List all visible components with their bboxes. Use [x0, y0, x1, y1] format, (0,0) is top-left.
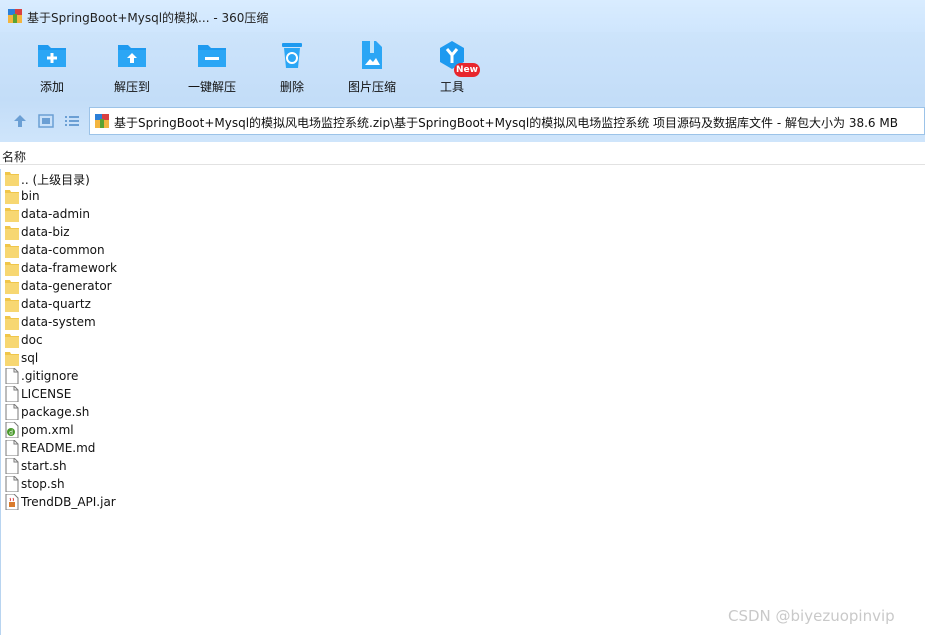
folder-icon: [5, 242, 19, 258]
item-name: .. (上级目录): [21, 173, 90, 187]
image-compress-icon: [362, 41, 382, 69]
list-item[interactable]: .gitignore: [1, 367, 401, 385]
column-header-label: 名称: [2, 150, 27, 164]
item-name: pom.xml: [21, 423, 74, 437]
list-item[interactable]: data-system: [1, 313, 401, 331]
list-item[interactable]: data-quartz: [1, 295, 401, 313]
column-header-name[interactable]: 名称: [0, 145, 925, 165]
list-item[interactable]: start.sh: [1, 457, 401, 475]
item-name: data-quartz: [21, 297, 91, 311]
item-name: bin: [21, 189, 40, 203]
item-name: data-common: [21, 243, 105, 257]
one-click-extract-button[interactable]: 一键解压: [172, 32, 252, 100]
item-name: data-biz: [21, 225, 70, 239]
up-arrow-icon[interactable]: [12, 114, 28, 128]
folder-icon: [5, 260, 19, 276]
new-badge: New: [454, 63, 480, 77]
folder-icon: [5, 170, 19, 186]
tools-button[interactable]: 工具: [412, 32, 492, 100]
thumbnail-view-icon[interactable]: [38, 114, 54, 128]
list-item[interactable]: data-framework: [1, 259, 401, 277]
list-item[interactable]: README.md: [1, 439, 401, 457]
file-list: .. (上级目录) bin data-admin data-biz data-commo…: [0, 169, 925, 635]
app-logo-icon: [8, 9, 22, 23]
list-item[interactable]: package.sh: [1, 403, 401, 421]
extract-to-icon: [118, 45, 146, 67]
list-item[interactable]: doc: [1, 331, 401, 349]
folder-icon: [5, 224, 19, 240]
item-name: data-generator: [21, 279, 112, 293]
extract-to-button[interactable]: 解压到: [92, 32, 172, 100]
item-name: package.sh: [21, 405, 90, 419]
watermark: CSDN @biyezuopinvip: [728, 607, 895, 625]
xml-file-icon: d: [5, 421, 19, 439]
delete-button[interactable]: 删除: [252, 32, 332, 100]
svg-text:d: d: [9, 430, 13, 437]
list-item[interactable]: data-generator: [1, 277, 401, 295]
one-click-extract-icon: [198, 45, 226, 67]
one-click-extract-label: 一键解压: [187, 80, 236, 94]
file-icon: [5, 385, 19, 403]
jar-file-icon: [5, 493, 19, 511]
item-name: data-system: [21, 315, 96, 329]
item-name: stop.sh: [21, 477, 65, 491]
list-item[interactable]: LICENSE: [1, 385, 401, 403]
list-item[interactable]: sql: [1, 349, 401, 367]
add-button[interactable]: 添加: [12, 32, 92, 100]
item-name: LICENSE: [21, 387, 72, 401]
toolbar: 添加 解压到 一键解压 删除 图片压缩 工具 New: [0, 32, 925, 100]
image-compress-label: 图片压缩: [347, 80, 396, 94]
list-item[interactable]: data-admin: [1, 205, 401, 223]
file-icon: [5, 475, 19, 493]
delete-label: 删除: [279, 80, 304, 94]
delete-icon: [282, 43, 302, 68]
folder-icon: [5, 206, 19, 222]
list-item[interactable]: data-common: [1, 241, 401, 259]
list-item[interactable]: d pom.xml: [1, 421, 401, 439]
list-item[interactable]: data-biz: [1, 223, 401, 241]
archive-icon: [95, 114, 109, 128]
file-icon: [5, 403, 19, 421]
item-name: README.md: [21, 441, 96, 455]
item-name: data-framework: [21, 261, 117, 275]
folder-icon: [5, 332, 19, 348]
folder-icon: [5, 296, 19, 312]
item-name: start.sh: [21, 459, 67, 473]
path-text: 基于SpringBoot+Mysql的模拟风电场监控系统.zip\基于Sprin…: [114, 116, 898, 130]
folder-icon: [5, 314, 19, 330]
add-label: 添加: [39, 80, 64, 94]
folder-icon: [5, 188, 19, 204]
list-item[interactable]: .. (上级目录): [1, 169, 401, 187]
list-item[interactable]: bin: [1, 187, 401, 205]
file-icon: [5, 439, 19, 457]
path-field[interactable]: 基于SpringBoot+Mysql的模拟风电场监控系统.zip\基于Sprin…: [89, 107, 925, 135]
file-icon: [5, 367, 19, 385]
tools-label: 工具: [439, 80, 464, 94]
title-bar[interactable]: 基于SpringBoot+Mysql的模拟... - 360压缩: [0, 0, 925, 32]
extract-to-label: 解压到: [113, 80, 150, 94]
item-name: TrendDB_API.jar: [21, 495, 116, 509]
item-name: .gitignore: [21, 369, 79, 383]
folder-icon: [5, 278, 19, 294]
list-item[interactable]: stop.sh: [1, 475, 401, 493]
image-compress-button[interactable]: 图片压缩: [332, 32, 412, 100]
item-name: doc: [21, 333, 43, 347]
list-view-icon[interactable]: [64, 114, 80, 128]
folder-icon: [5, 350, 19, 366]
item-name: data-admin: [21, 207, 90, 221]
list-item[interactable]: TrendDB_API.jar: [1, 493, 401, 511]
item-name: sql: [21, 351, 39, 365]
add-icon: [38, 45, 66, 67]
window-title: 基于SpringBoot+Mysql的模拟... - 360压缩: [27, 11, 269, 25]
file-icon: [5, 457, 19, 475]
